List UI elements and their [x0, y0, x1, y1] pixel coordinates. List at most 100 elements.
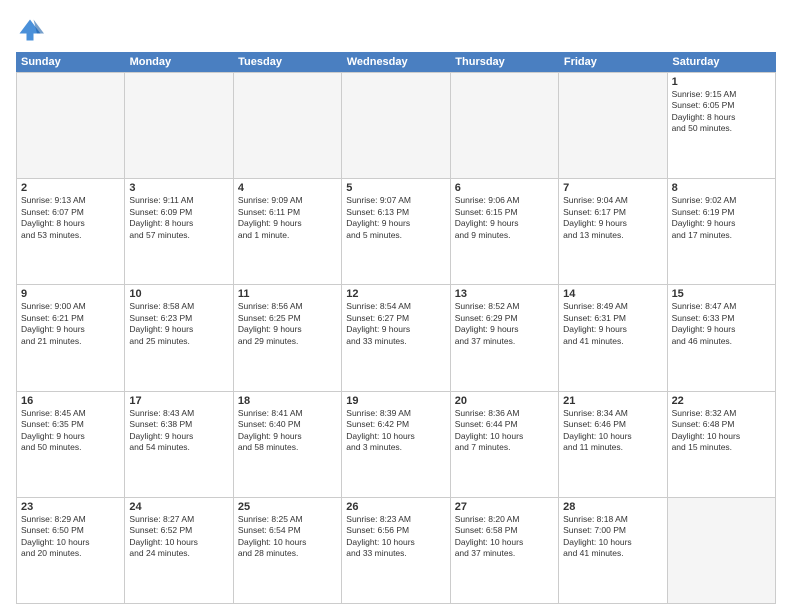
header-day-saturday: Saturday — [667, 52, 776, 72]
day-number: 13 — [455, 288, 554, 300]
empty-cell-4-6 — [668, 498, 776, 604]
day-number: 8 — [672, 182, 771, 194]
day-cell-7: 7Sunrise: 9:04 AM Sunset: 6:17 PM Daylig… — [559, 179, 667, 285]
day-cell-26: 26Sunrise: 8:23 AM Sunset: 6:56 PM Dayli… — [342, 498, 450, 604]
day-cell-28: 28Sunrise: 8:18 AM Sunset: 7:00 PM Dayli… — [559, 498, 667, 604]
day-info: Sunrise: 8:39 AM Sunset: 6:42 PM Dayligh… — [346, 408, 445, 454]
day-number: 11 — [238, 288, 337, 300]
day-info: Sunrise: 8:41 AM Sunset: 6:40 PM Dayligh… — [238, 408, 337, 454]
day-number: 22 — [672, 395, 771, 407]
day-cell-1: 1Sunrise: 9:15 AM Sunset: 6:05 PM Daylig… — [668, 73, 776, 179]
empty-cell-0-5 — [559, 73, 667, 179]
day-number: 15 — [672, 288, 771, 300]
calendar-body: 1Sunrise: 9:15 AM Sunset: 6:05 PM Daylig… — [16, 72, 776, 604]
day-info: Sunrise: 9:15 AM Sunset: 6:05 PM Dayligh… — [672, 89, 771, 135]
day-info: Sunrise: 8:29 AM Sunset: 6:50 PM Dayligh… — [21, 514, 120, 560]
day-info: Sunrise: 8:56 AM Sunset: 6:25 PM Dayligh… — [238, 301, 337, 347]
day-info: Sunrise: 8:34 AM Sunset: 6:46 PM Dayligh… — [563, 408, 662, 454]
day-cell-9: 9Sunrise: 9:00 AM Sunset: 6:21 PM Daylig… — [17, 285, 125, 391]
day-info: Sunrise: 8:47 AM Sunset: 6:33 PM Dayligh… — [672, 301, 771, 347]
header-day-friday: Friday — [559, 52, 668, 72]
calendar-header: SundayMondayTuesdayWednesdayThursdayFrid… — [16, 52, 776, 72]
day-info: Sunrise: 8:52 AM Sunset: 6:29 PM Dayligh… — [455, 301, 554, 347]
day-info: Sunrise: 8:18 AM Sunset: 7:00 PM Dayligh… — [563, 514, 662, 560]
day-number: 20 — [455, 395, 554, 407]
day-info: Sunrise: 8:32 AM Sunset: 6:48 PM Dayligh… — [672, 408, 771, 454]
day-info: Sunrise: 9:13 AM Sunset: 6:07 PM Dayligh… — [21, 195, 120, 241]
day-info: Sunrise: 8:54 AM Sunset: 6:27 PM Dayligh… — [346, 301, 445, 347]
calendar: SundayMondayTuesdayWednesdayThursdayFrid… — [16, 52, 776, 604]
day-number: 6 — [455, 182, 554, 194]
day-cell-14: 14Sunrise: 8:49 AM Sunset: 6:31 PM Dayli… — [559, 285, 667, 391]
logo — [16, 16, 48, 44]
day-number: 24 — [129, 501, 228, 513]
header-day-sunday: Sunday — [16, 52, 125, 72]
day-number: 10 — [129, 288, 228, 300]
day-cell-18: 18Sunrise: 8:41 AM Sunset: 6:40 PM Dayli… — [234, 392, 342, 498]
day-number: 14 — [563, 288, 662, 300]
day-cell-24: 24Sunrise: 8:27 AM Sunset: 6:52 PM Dayli… — [125, 498, 233, 604]
day-number: 2 — [21, 182, 120, 194]
day-cell-2: 2Sunrise: 9:13 AM Sunset: 6:07 PM Daylig… — [17, 179, 125, 285]
day-cell-17: 17Sunrise: 8:43 AM Sunset: 6:38 PM Dayli… — [125, 392, 233, 498]
day-info: Sunrise: 9:04 AM Sunset: 6:17 PM Dayligh… — [563, 195, 662, 241]
day-info: Sunrise: 8:49 AM Sunset: 6:31 PM Dayligh… — [563, 301, 662, 347]
day-number: 5 — [346, 182, 445, 194]
day-info: Sunrise: 9:07 AM Sunset: 6:13 PM Dayligh… — [346, 195, 445, 241]
day-cell-23: 23Sunrise: 8:29 AM Sunset: 6:50 PM Dayli… — [17, 498, 125, 604]
day-info: Sunrise: 8:25 AM Sunset: 6:54 PM Dayligh… — [238, 514, 337, 560]
logo-icon — [16, 16, 44, 44]
day-number: 3 — [129, 182, 228, 194]
day-info: Sunrise: 8:23 AM Sunset: 6:56 PM Dayligh… — [346, 514, 445, 560]
day-cell-15: 15Sunrise: 8:47 AM Sunset: 6:33 PM Dayli… — [668, 285, 776, 391]
day-info: Sunrise: 8:58 AM Sunset: 6:23 PM Dayligh… — [129, 301, 228, 347]
day-cell-19: 19Sunrise: 8:39 AM Sunset: 6:42 PM Dayli… — [342, 392, 450, 498]
day-number: 26 — [346, 501, 445, 513]
day-info: Sunrise: 8:45 AM Sunset: 6:35 PM Dayligh… — [21, 408, 120, 454]
empty-cell-0-1 — [125, 73, 233, 179]
day-cell-3: 3Sunrise: 9:11 AM Sunset: 6:09 PM Daylig… — [125, 179, 233, 285]
calendar-row-3: 9Sunrise: 9:00 AM Sunset: 6:21 PM Daylig… — [17, 285, 776, 391]
day-number: 18 — [238, 395, 337, 407]
day-number: 1 — [672, 76, 771, 88]
day-cell-5: 5Sunrise: 9:07 AM Sunset: 6:13 PM Daylig… — [342, 179, 450, 285]
day-number: 7 — [563, 182, 662, 194]
day-info: Sunrise: 9:06 AM Sunset: 6:15 PM Dayligh… — [455, 195, 554, 241]
day-number: 12 — [346, 288, 445, 300]
day-cell-22: 22Sunrise: 8:32 AM Sunset: 6:48 PM Dayli… — [668, 392, 776, 498]
day-number: 28 — [563, 501, 662, 513]
day-cell-11: 11Sunrise: 8:56 AM Sunset: 6:25 PM Dayli… — [234, 285, 342, 391]
calendar-row-1: 1Sunrise: 9:15 AM Sunset: 6:05 PM Daylig… — [17, 73, 776, 179]
day-cell-27: 27Sunrise: 8:20 AM Sunset: 6:58 PM Dayli… — [451, 498, 559, 604]
calendar-row-2: 2Sunrise: 9:13 AM Sunset: 6:07 PM Daylig… — [17, 179, 776, 285]
day-cell-21: 21Sunrise: 8:34 AM Sunset: 6:46 PM Dayli… — [559, 392, 667, 498]
empty-cell-0-0 — [17, 73, 125, 179]
day-info: Sunrise: 9:02 AM Sunset: 6:19 PM Dayligh… — [672, 195, 771, 241]
day-info: Sunrise: 9:11 AM Sunset: 6:09 PM Dayligh… — [129, 195, 228, 241]
header-day-thursday: Thursday — [450, 52, 559, 72]
day-cell-13: 13Sunrise: 8:52 AM Sunset: 6:29 PM Dayli… — [451, 285, 559, 391]
empty-cell-0-4 — [451, 73, 559, 179]
header-day-wednesday: Wednesday — [342, 52, 451, 72]
day-number: 19 — [346, 395, 445, 407]
day-cell-25: 25Sunrise: 8:25 AM Sunset: 6:54 PM Dayli… — [234, 498, 342, 604]
header-day-monday: Monday — [125, 52, 234, 72]
day-number: 25 — [238, 501, 337, 513]
day-info: Sunrise: 9:09 AM Sunset: 6:11 PM Dayligh… — [238, 195, 337, 241]
empty-cell-0-2 — [234, 73, 342, 179]
day-number: 9 — [21, 288, 120, 300]
day-info: Sunrise: 9:00 AM Sunset: 6:21 PM Dayligh… — [21, 301, 120, 347]
calendar-row-4: 16Sunrise: 8:45 AM Sunset: 6:35 PM Dayli… — [17, 392, 776, 498]
day-number: 4 — [238, 182, 337, 194]
page-header — [16, 16, 776, 44]
empty-cell-0-3 — [342, 73, 450, 179]
header-day-tuesday: Tuesday — [233, 52, 342, 72]
day-number: 21 — [563, 395, 662, 407]
day-number: 17 — [129, 395, 228, 407]
day-cell-16: 16Sunrise: 8:45 AM Sunset: 6:35 PM Dayli… — [17, 392, 125, 498]
day-cell-20: 20Sunrise: 8:36 AM Sunset: 6:44 PM Dayli… — [451, 392, 559, 498]
day-number: 16 — [21, 395, 120, 407]
day-number: 23 — [21, 501, 120, 513]
day-cell-6: 6Sunrise: 9:06 AM Sunset: 6:15 PM Daylig… — [451, 179, 559, 285]
day-cell-4: 4Sunrise: 9:09 AM Sunset: 6:11 PM Daylig… — [234, 179, 342, 285]
